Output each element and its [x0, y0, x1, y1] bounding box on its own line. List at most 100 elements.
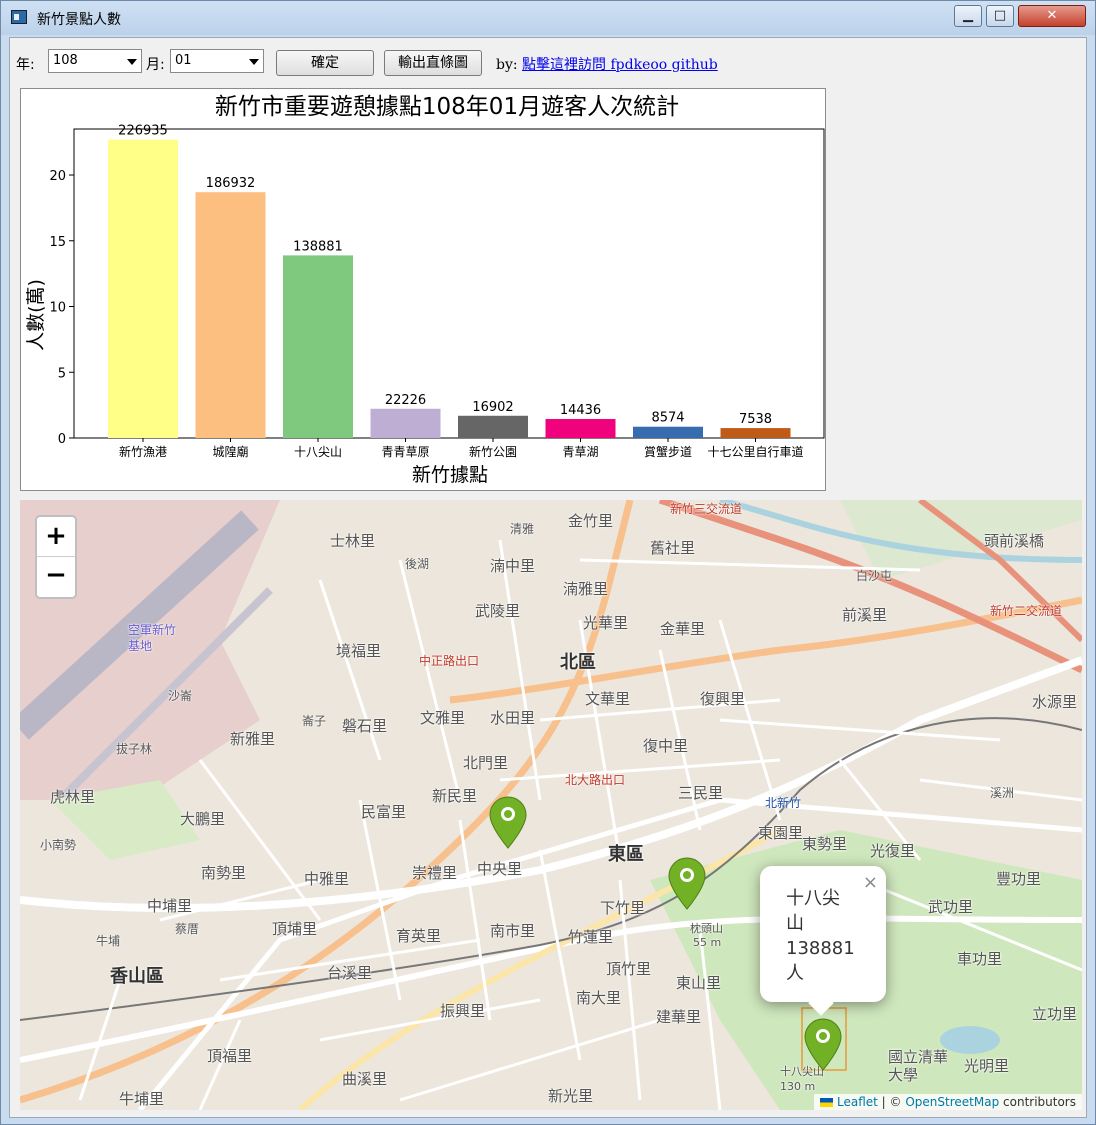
map-place-label: 東山里 — [676, 974, 722, 992]
map-place-label: 清雅 — [510, 522, 535, 536]
map-place-label: 沙崙 — [168, 689, 193, 703]
year-select[interactable]: 108 — [48, 49, 142, 73]
zoom-in-button[interactable]: + — [37, 517, 75, 557]
map-place-label: 湳中里 — [490, 557, 536, 575]
map-place-label: 建華里 — [656, 1008, 702, 1026]
map-tiles — [20, 500, 1082, 1110]
data-label: 16902 — [472, 400, 513, 415]
x-tick-label: 青草湖 — [562, 444, 598, 459]
bar — [195, 192, 266, 438]
zoom-control: + − — [35, 515, 77, 599]
y-tick-label: 0 — [58, 432, 66, 447]
map-place-label: 新雅里 — [230, 730, 276, 748]
map-place-label: 後湖 — [405, 557, 430, 571]
map-place-label: 國立清華大學 — [888, 1048, 949, 1084]
zoom-out-button[interactable]: − — [37, 557, 75, 597]
map-place-label: 前溪里 — [842, 606, 888, 624]
y-axis-label: 人數(萬) — [25, 279, 47, 351]
map-place-label: 空軍新竹基地 — [128, 623, 177, 653]
data-label: 14436 — [560, 403, 601, 418]
map-place-label: 光復里 — [870, 842, 916, 860]
map-place-label: 北新竹 — [765, 796, 802, 810]
client-area: 年: 108 月: 01 確定 輸出直條圖 by: 點擊這裡訪問 fpdkeoo… — [9, 37, 1087, 1118]
x-tick-label: 十七公里自行車道 — [707, 445, 803, 459]
map-place-label: 車功里 — [957, 950, 1003, 968]
map-place-label: 虎林里 — [50, 788, 96, 806]
y-tick-label: 5 — [58, 366, 66, 381]
confirm-button[interactable]: 確定 — [276, 50, 374, 76]
x-tick-label: 新竹漁港 — [119, 444, 167, 459]
map-place-label: 南勢里 — [201, 864, 247, 882]
bar — [720, 428, 791, 438]
map-marker-icon[interactable] — [489, 796, 527, 850]
map-place-label: 立功里 — [1032, 1005, 1078, 1023]
chart-marks: 0 5 10 15 20 226935 新竹漁港 186932 城隍廟 138881 十八尖山 222… — [49, 124, 803, 459]
popup-line: 山 — [786, 913, 804, 934]
map-place-label: 大鵬里 — [180, 810, 226, 828]
map-place-label: 溪洲 — [990, 786, 1015, 800]
map-place-label: 台溪里 — [327, 964, 373, 982]
bar-chart: 新竹市重要遊憩據點108年01月遊客人次統計 新竹據點 人數(萬) 0 5 10 15… — [20, 88, 826, 491]
map-place-label: 中雅里 — [304, 870, 350, 888]
map-place-label: 光明里 — [964, 1057, 1010, 1075]
github-link[interactable]: 點擊這裡訪問 fpdkeoo github — [522, 57, 718, 73]
map-place-label: 香山區 — [110, 966, 164, 987]
map-place-label: 金華里 — [660, 620, 706, 638]
month-label: 月: — [146, 57, 165, 73]
map-place-label: 頭前溪橋 — [984, 532, 1045, 550]
map-popup: 十八尖 山 138881 人 × — [760, 866, 886, 1016]
map-place-label: 北區 — [560, 652, 596, 673]
map-marker-icon[interactable] — [804, 1018, 842, 1072]
month-select[interactable]: 01 — [170, 49, 264, 73]
chevron-down-icon — [127, 59, 137, 65]
minimize-button[interactable]: ▁ — [954, 5, 982, 27]
bar — [458, 415, 528, 438]
map-place-label: 崇禮里 — [412, 864, 458, 882]
map-place-label: 新竹二交流道 — [990, 604, 1063, 618]
map-place-label: 曲溪里 — [342, 1070, 388, 1088]
popup-line: 人 — [786, 963, 804, 984]
app-window: 新竹景點人數 ▁ □ ✕ 年: 108 月: 01 確定 輸出直條圖 by: 點… — [0, 0, 1096, 1125]
popup-close-button[interactable]: × — [863, 870, 878, 895]
window-title: 新竹景點人數 — [37, 12, 121, 28]
map-view[interactable]: 士林里 清雅 金竹里 舊社里 頭前溪橋 後湖 湳中里 湳雅里 白沙屯 空軍新竹基地 武陵里 光華里 金華… — [20, 500, 1082, 1110]
map-place-label: 新竹三交流道 — [670, 502, 743, 516]
map-place-label: 蔡厝 — [175, 922, 200, 936]
bar — [633, 426, 703, 438]
map-place-label: 南大里 — [576, 989, 622, 1007]
map-place-label: 牛埔 — [96, 934, 121, 948]
map-place-label: 55 m — [693, 936, 722, 949]
data-label: 22226 — [385, 393, 426, 408]
map-place-label: 中央里 — [477, 860, 523, 878]
maximize-button[interactable]: □ — [986, 5, 1014, 27]
toolbar: 年: 108 月: 01 確定 輸出直條圖 by: 點擊這裡訪問 fpdkeoo… — [10, 38, 1088, 88]
title-bar[interactable]: 新竹景點人數 ▁ □ ✕ — [1, 1, 1095, 35]
map-place-label: 士林里 — [330, 532, 376, 550]
leaflet-link[interactable]: Leaflet — [837, 1095, 878, 1109]
bar — [108, 139, 178, 438]
map-place-label: 東園里 — [758, 824, 804, 842]
x-tick-label: 青青草原 — [381, 445, 429, 459]
year-label: 年: — [16, 57, 35, 73]
map-place-label: 新民里 — [432, 787, 478, 805]
osm-link[interactable]: OpenStreetMap — [905, 1095, 999, 1109]
map-place-label: 130 m — [780, 1080, 816, 1093]
map-place-label: 光華里 — [583, 614, 629, 632]
map-place-label: 豐功里 — [996, 870, 1042, 888]
data-label: 186932 — [206, 176, 256, 191]
map-marker-icon[interactable] — [668, 857, 706, 911]
map-place-label: 金竹里 — [568, 512, 614, 530]
map-place-label: 拔子林 — [116, 742, 153, 756]
plot-frame — [73, 128, 825, 439]
export-chart-button[interactable]: 輸出直條圖 — [384, 50, 482, 76]
x-tick-label: 新竹公園 — [469, 444, 517, 459]
year-value: 108 — [53, 53, 78, 68]
map-place-label: 湳雅里 — [563, 580, 609, 598]
chart-svg: 新竹市重要遊憩據點108年01月遊客人次統計 新竹據點 人數(萬) 0 5 10 15… — [25, 94, 825, 486]
map-place-label: 枕頭山 — [690, 922, 723, 935]
map-place-label: 復興里 — [700, 690, 746, 708]
ukraine-flag-icon — [820, 1098, 834, 1107]
map-place-label: 中正路出口 — [419, 654, 480, 668]
y-tick-label: 10 — [49, 301, 66, 316]
close-button[interactable]: ✕ — [1018, 5, 1086, 27]
